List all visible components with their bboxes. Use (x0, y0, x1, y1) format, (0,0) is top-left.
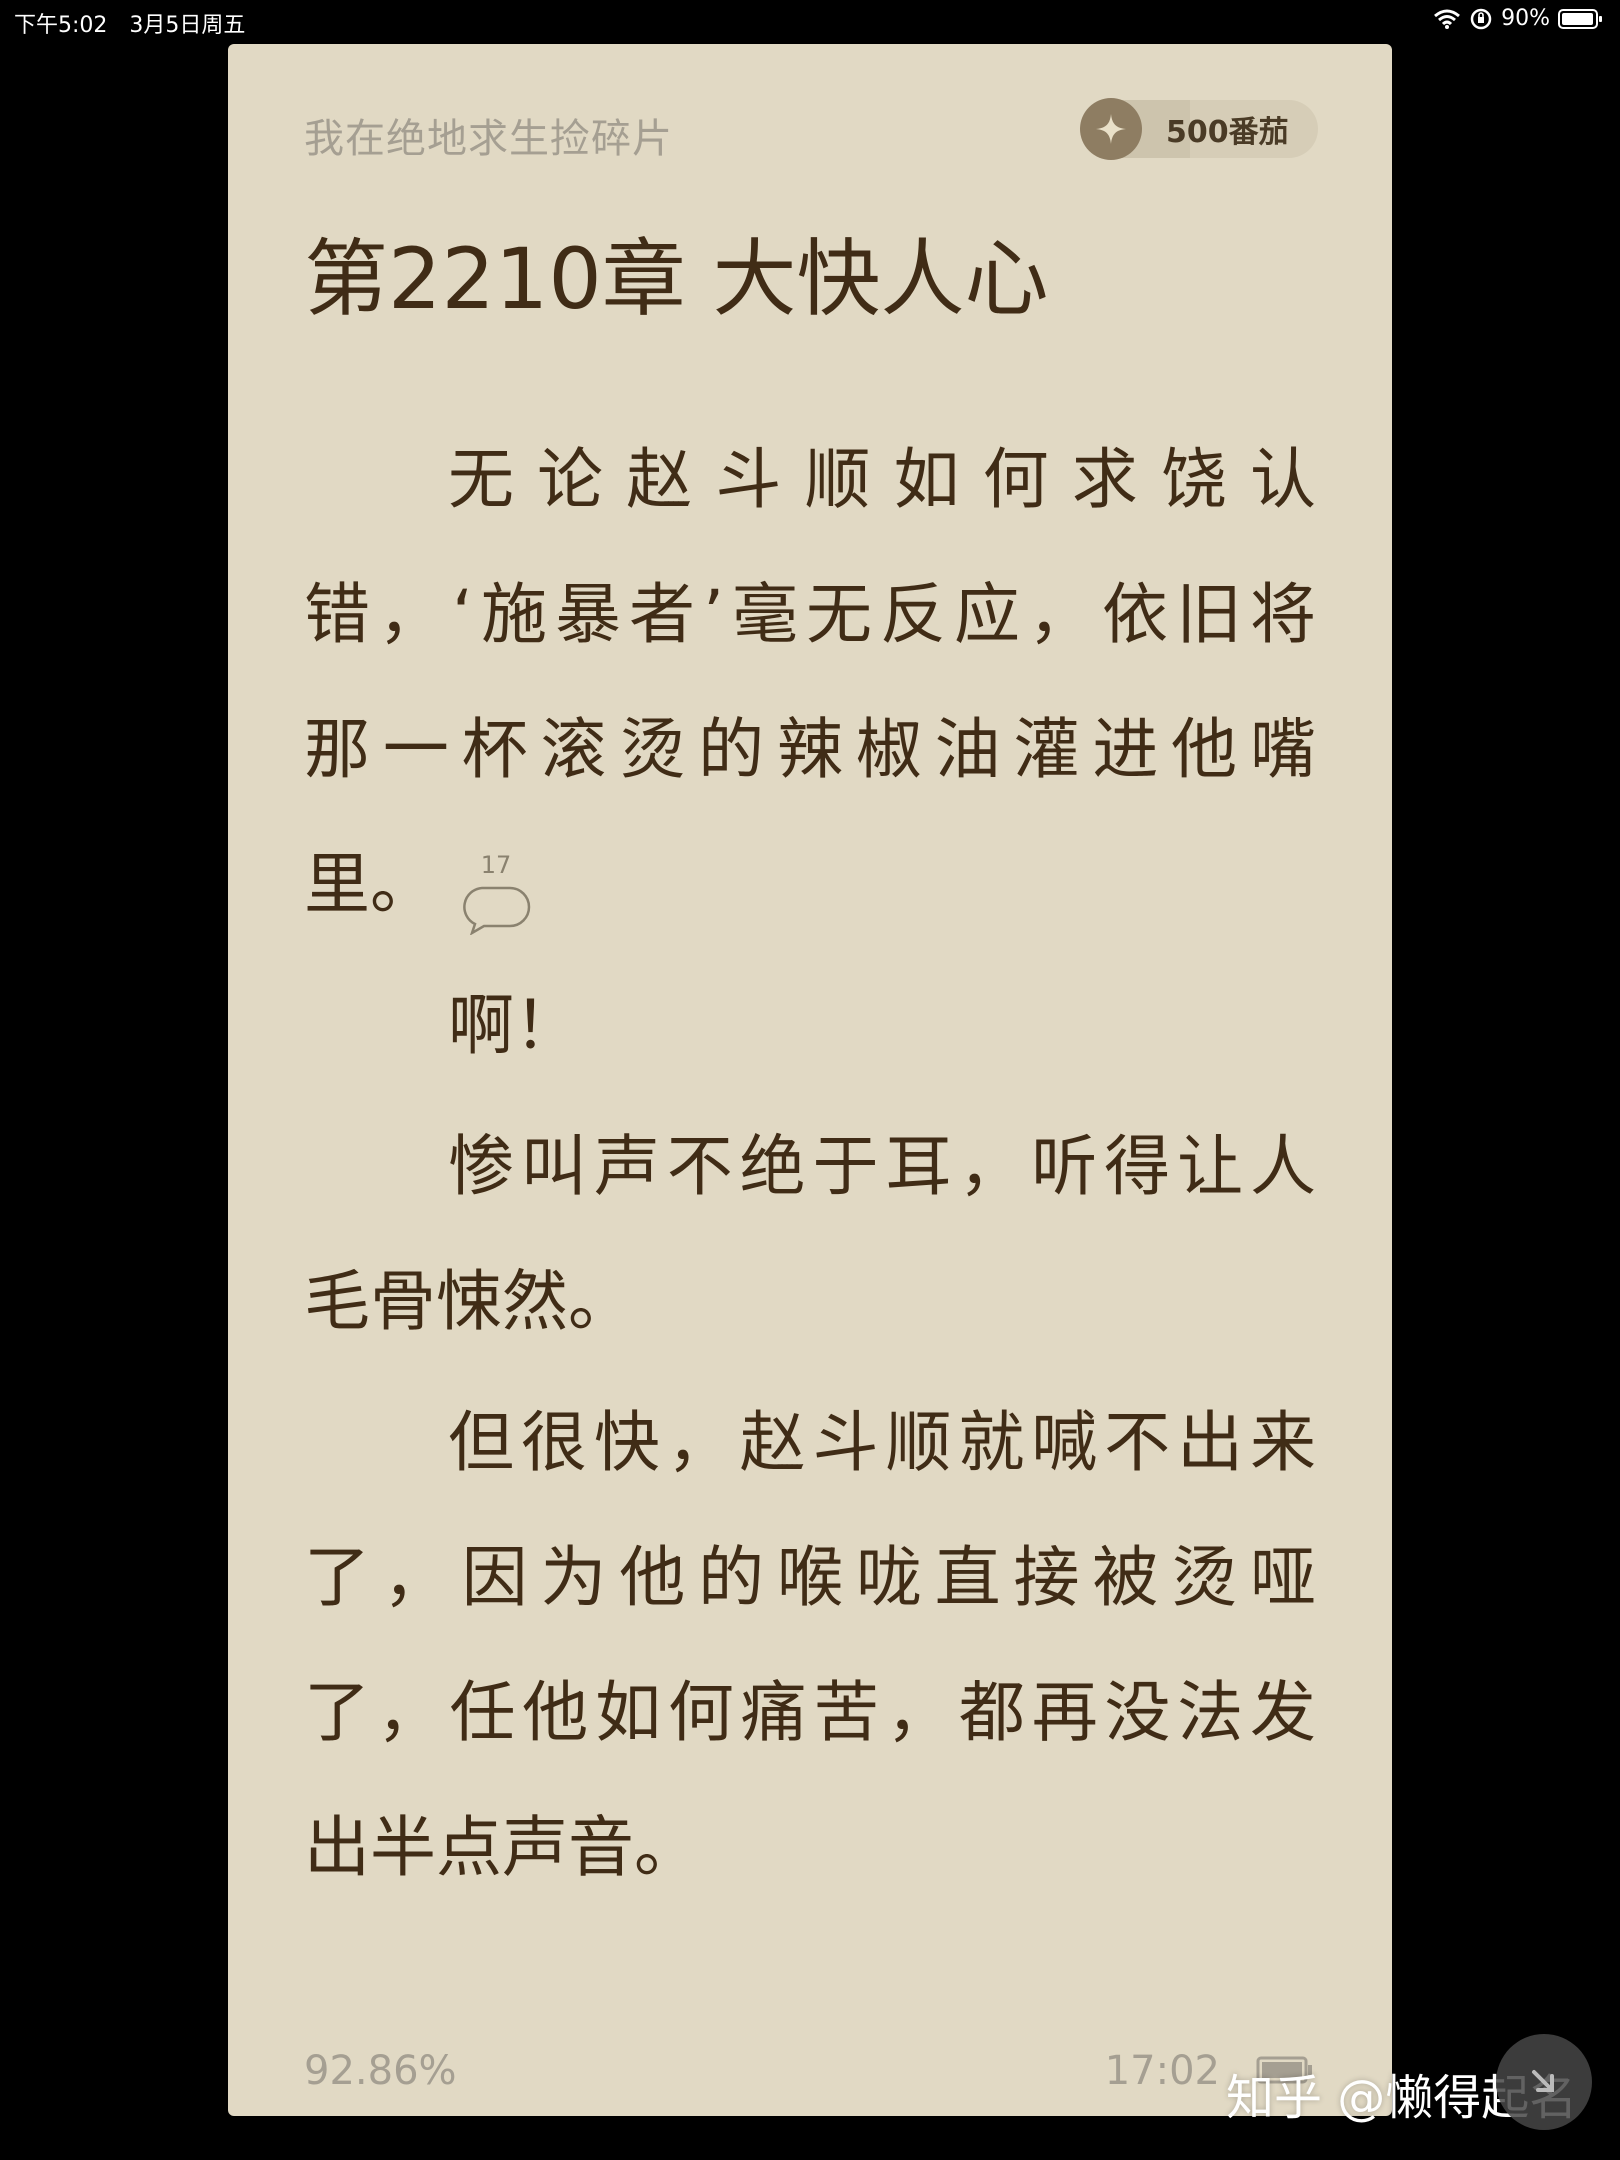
book-title: 我在绝地求生捡碎片 (304, 116, 673, 162)
paragraph-comment-button[interactable]: 17 (460, 845, 532, 936)
text-line: 但很快，赵斗顺就喊不出来 (448, 1404, 1316, 1481)
status-time: 下午5:02 (14, 13, 108, 38)
coin-label: 500番茄 (1166, 115, 1289, 150)
sparkle-coin-icon (1080, 98, 1142, 160)
text-line: 错，‘施暴者’毫无反应，依旧将 (304, 576, 1316, 653)
text-line: 那一杯滚烫的辣椒油灌进他嘴 (304, 711, 1316, 788)
text-line-with-comment: 里。 17 (304, 817, 1316, 952)
orientation-lock-icon (1469, 7, 1493, 31)
text-line: 出半点声音。 (304, 1809, 700, 1886)
text-line: 了，任他如何痛苦，都再没法发 (304, 1674, 1316, 1751)
paragraph: 啊！ (304, 958, 1316, 1093)
text-line: 惨叫声不绝于耳，听得让人 (448, 1128, 1316, 1205)
text-line: 无论赵斗顺如何求饶认 (448, 441, 1316, 518)
text-line: 了，因为他的喉咙直接被烫哑 (304, 1539, 1316, 1616)
text-fragment: 里。 (304, 846, 436, 923)
paragraph: 无论赵斗顺如何求饶认 错，‘施暴者’毫无反应，依旧将 那一杯滚烫的辣椒油灌进他嘴… (304, 412, 1316, 952)
reader-page[interactable]: 我在绝地求生捡碎片 500番茄 第2210章 大快人心 无论赵斗顺如何求饶认 错… (228, 44, 1392, 2116)
battery-icon (1558, 8, 1604, 30)
chapter-content: 无论赵斗顺如何求饶认 错，‘施暴者’毫无反应，依旧将 那一杯滚烫的辣椒油灌进他嘴… (304, 412, 1316, 1915)
status-date: 3月5日周五 (129, 13, 246, 38)
coin-reward-button[interactable]: 500番茄 (1080, 98, 1318, 160)
comment-count: 17 (480, 850, 512, 879)
battery-percent: 90% (1501, 6, 1550, 31)
reading-progress: 92.86% (304, 2048, 457, 2094)
status-bar: 下午5:02 3月5日周五 90% (0, 0, 1620, 40)
paragraph: 惨叫声不绝于耳，听得让人 毛骨悚然。 (304, 1099, 1316, 1369)
arrow-down-right-icon (1532, 2070, 1554, 2092)
chapter-title: 第2210章 大快人心 (304, 230, 1049, 328)
floating-scroll-button[interactable] (1496, 2034, 1592, 2130)
text-line: 啊！ (448, 987, 580, 1064)
wifi-icon (1433, 8, 1461, 30)
reader-clock: 17:02 (1104, 2048, 1220, 2094)
text-line: 毛骨悚然。 (304, 1263, 634, 1340)
paragraph: 但很快，赵斗顺就喊不出来 了，因为他的喉咙直接被烫哑 了，任他如何痛苦，都再没法… (304, 1375, 1316, 1915)
